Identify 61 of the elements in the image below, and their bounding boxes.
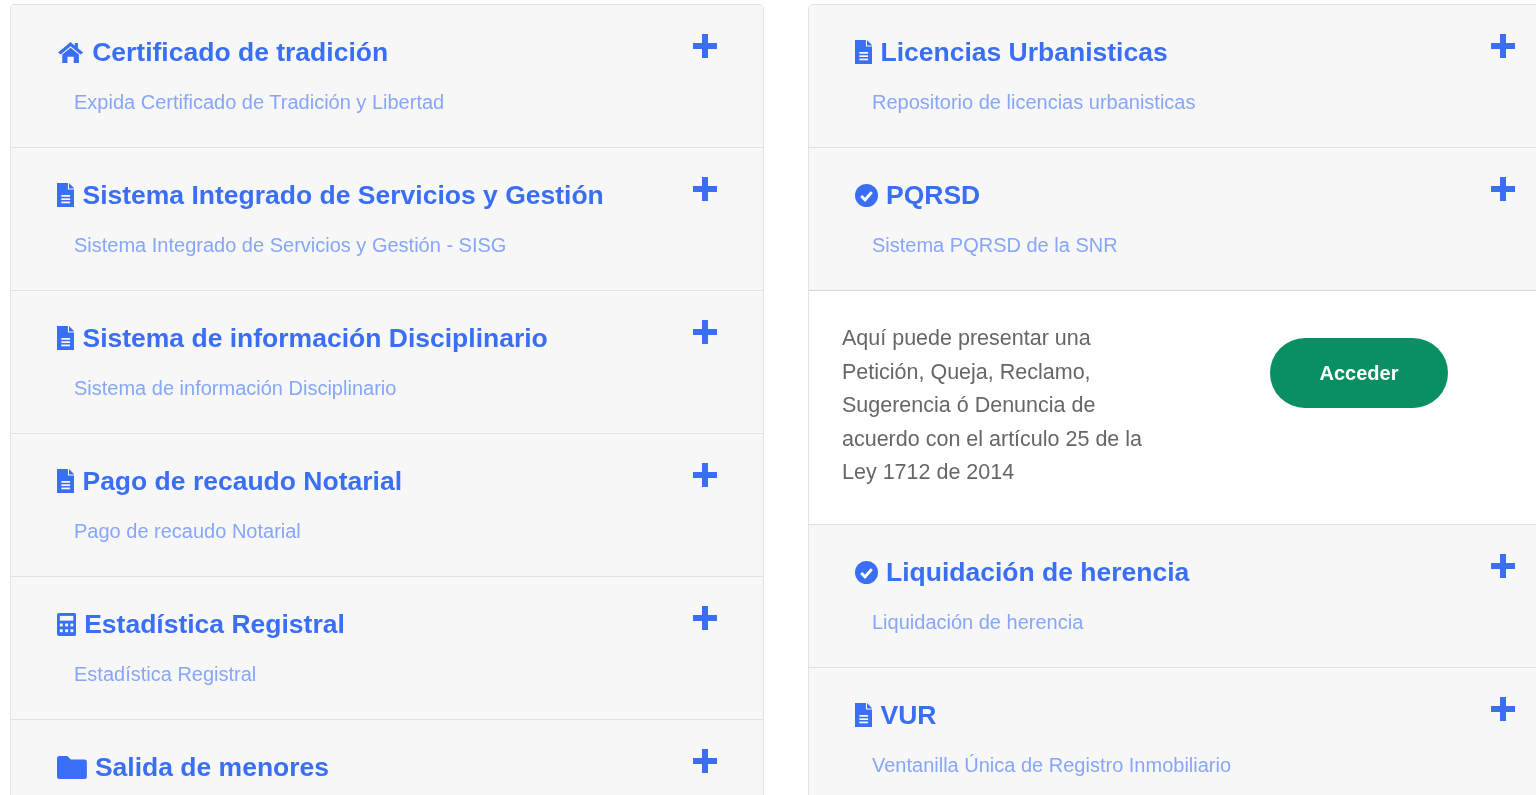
title-text: PQRSD xyxy=(886,179,981,211)
accordion-header[interactable]: Sistema de información Disciplinario Sistema de información Disciplinario xyxy=(11,291,763,434)
plus-icon[interactable] xyxy=(693,177,717,201)
panel-subtitle: Estadística Registral xyxy=(74,663,258,686)
panel-title[interactable]: Certificado de tradición xyxy=(57,34,389,70)
panel-title[interactable]: PQRSD xyxy=(855,177,981,213)
title-text: Sistema Integrado de Servicios y Gestión xyxy=(82,179,604,211)
plus-icon[interactable] xyxy=(693,463,717,487)
panel-subtitle: Sistema Integrado de Servicios y Gestión - SISG xyxy=(74,234,508,257)
accordion-header[interactable]: Certificado de tradición Expida Certificado de Tradición y Libertad xyxy=(11,5,763,148)
panel-title[interactable]: Salida de menores xyxy=(57,749,330,785)
home-icon xyxy=(57,40,85,64)
panel-title[interactable]: Sistema Integrado de Servicios y Gestión xyxy=(57,177,604,213)
panel-subtitle: Repositorio de licencias urbanisticas xyxy=(872,91,1197,114)
document-icon xyxy=(855,40,873,64)
plus-icon[interactable] xyxy=(693,34,717,58)
title-text: Liquidación de herencia xyxy=(886,556,1190,588)
plus-icon[interactable] xyxy=(1491,177,1515,201)
panel-title[interactable]: Estadística Registral xyxy=(57,606,345,642)
document-icon xyxy=(57,326,75,350)
panel-title[interactable]: Liquidación de herencia xyxy=(855,554,1190,590)
panel-title[interactable]: Sistema de información Disciplinario xyxy=(57,320,548,356)
panel-subtitle: Ventanilla Única de Registro Inmobiliario xyxy=(872,754,1233,777)
document-icon xyxy=(57,469,75,493)
title-text: VUR xyxy=(880,699,937,731)
accordion-header[interactable]: Liquidación de herencia Liquidación de herencia xyxy=(809,525,1536,668)
plus-icon[interactable] xyxy=(1491,554,1515,578)
accordion-header[interactable]: Sistema Integrado de Servicios y Gestión Sistema Integrado de Servicios y Gestión - SISG xyxy=(11,148,763,291)
panel-subtitle: Liquidación de herencia xyxy=(872,611,1085,634)
description-text: Aquí puede presentar una Petición, Queja, Reclamo, Sugerencia ó Denuncia de acuerdo con el artículo 25 de la Ley 1712 de 2014 xyxy=(842,325,1143,487)
folder-icon xyxy=(57,755,87,779)
panel-title[interactable]: Licencias Urbanisticas xyxy=(855,34,1168,70)
panel-subtitle: Expida Certificado de Tradición y Libertad xyxy=(74,91,446,114)
plus-icon[interactable] xyxy=(693,606,717,630)
plus-icon[interactable] xyxy=(693,320,717,344)
title-text: Certificado de tradición xyxy=(92,36,389,68)
accordion-header[interactable]: Salida de menores xyxy=(11,720,763,795)
check-circle-icon xyxy=(855,183,878,207)
accordion-header[interactable]: Estadística Registral Estadística Registral xyxy=(11,577,763,720)
title-text: Sistema de información Disciplinario xyxy=(82,322,548,354)
accordion-header[interactable]: Licencias Urbanisticas Repositorio de licencias urbanisticas xyxy=(809,5,1536,148)
panel-subtitle: Sistema PQRSD de la SNR xyxy=(872,234,1119,257)
plus-icon[interactable] xyxy=(1491,34,1515,58)
accordion-header[interactable]: Pago de recaudo Notarial Pago de recaudo Notarial xyxy=(11,434,763,577)
plus-icon[interactable] xyxy=(1491,697,1515,721)
check-circle-icon xyxy=(855,560,878,584)
title-text: Licencias Urbanisticas xyxy=(880,36,1168,68)
panel-title[interactable]: VUR xyxy=(855,697,937,733)
access-button[interactable]: Acceder xyxy=(1270,338,1448,408)
title-text: Salida de menores xyxy=(94,751,330,783)
calculator-icon xyxy=(57,612,77,636)
accordion-header[interactable]: PQRSD Sistema PQRSD de la SNR xyxy=(809,148,1536,291)
accordion-header[interactable]: VUR Ventanilla Única de Registro Inmobiliario xyxy=(809,668,1536,795)
plus-icon[interactable] xyxy=(693,749,717,773)
panel-subtitle: Sistema de información Disciplinario xyxy=(74,377,398,400)
panel-subtitle: Pago de recaudo Notarial xyxy=(74,520,302,543)
panel-title[interactable]: Pago de recaudo Notarial xyxy=(57,463,402,499)
document-icon xyxy=(57,183,75,207)
document-icon xyxy=(855,703,873,727)
title-text: Estadística Registral xyxy=(84,608,345,640)
title-text: Pago de recaudo Notarial xyxy=(82,465,402,497)
